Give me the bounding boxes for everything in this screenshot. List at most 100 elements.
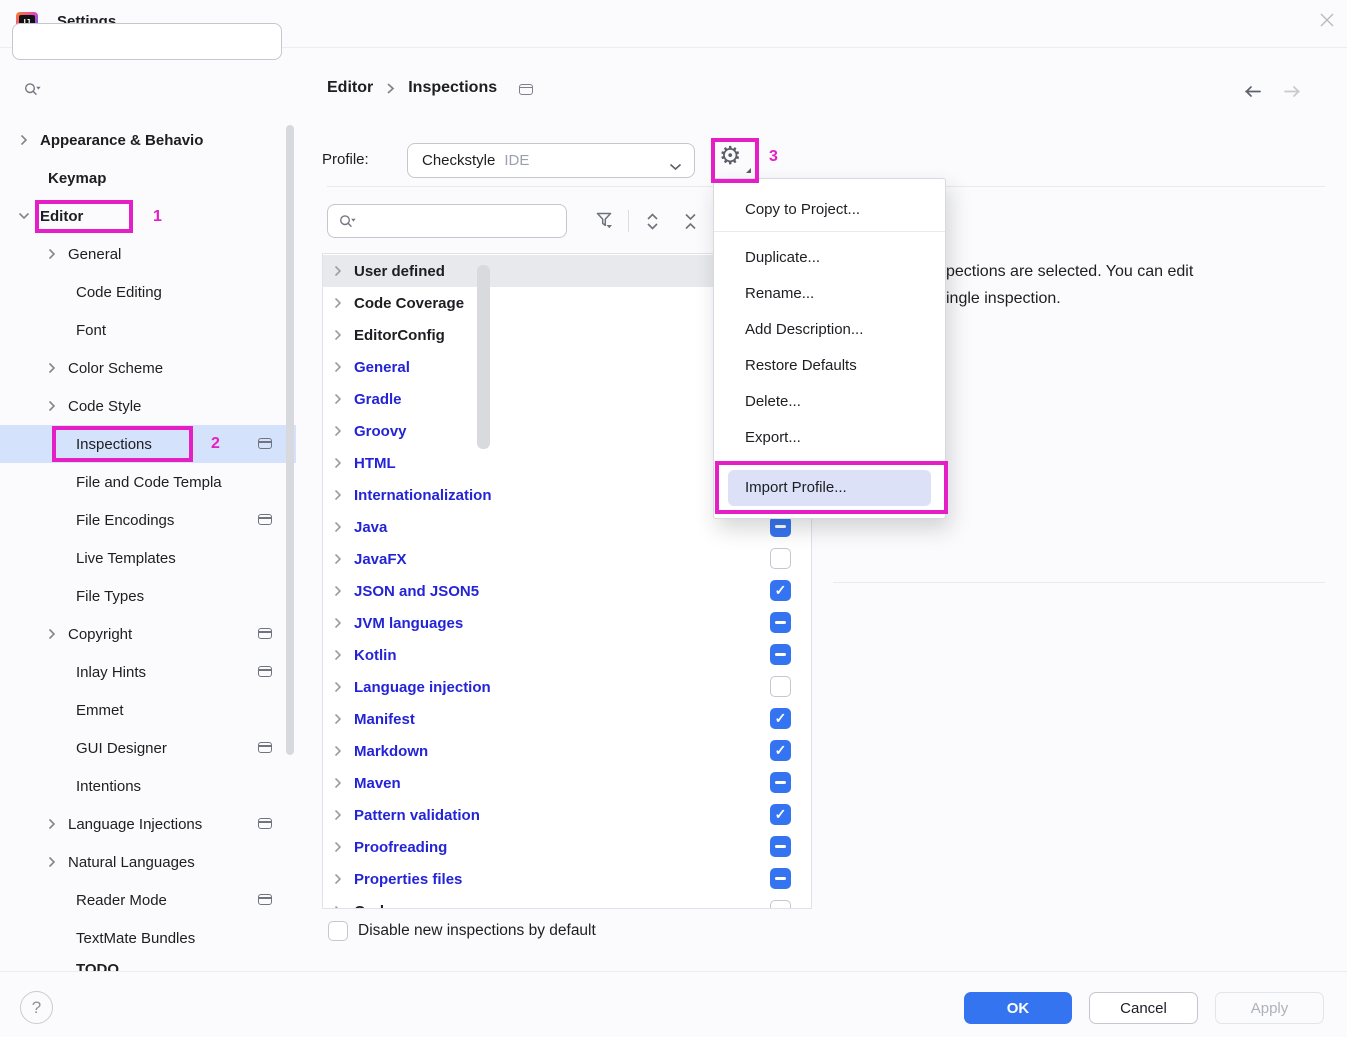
sidebar-item-code-editing[interactable]: Code Editing — [0, 273, 296, 311]
sidebar-item-file-and-code-templates[interactable]: File and Code Templa — [0, 463, 296, 501]
expand-all-icon[interactable] — [643, 211, 662, 237]
checkbox[interactable] — [770, 612, 791, 633]
menu-item-export[interactable]: Export... — [714, 420, 945, 456]
chevron-right-icon[interactable] — [334, 329, 342, 341]
chevron-right-icon[interactable] — [334, 809, 342, 821]
checkbox[interactable] — [770, 836, 791, 857]
sidebar-item-live-templates[interactable]: Live Templates — [0, 539, 296, 577]
inspections-search-input[interactable] — [327, 204, 567, 238]
checkbox[interactable] — [770, 900, 791, 909]
checkbox[interactable] — [770, 644, 791, 665]
inspections-scrollbar[interactable] — [477, 265, 490, 449]
ok-button[interactable]: OK — [964, 992, 1072, 1024]
chevron-right-icon[interactable] — [334, 425, 342, 437]
apply-button[interactable]: Apply — [1215, 992, 1324, 1024]
checkbox[interactable] — [770, 516, 791, 537]
checkbox[interactable] — [770, 548, 791, 569]
sidebar-item-todo[interactable]: TODO — [0, 950, 296, 972]
menu-item-import-profile[interactable]: Import Profile... — [728, 470, 931, 506]
chevron-right-icon[interactable] — [334, 361, 342, 373]
chevron-right-icon[interactable] — [334, 393, 342, 405]
chevron-right-icon[interactable] — [334, 841, 342, 853]
sidebar-item-general[interactable]: General — [0, 235, 296, 273]
inspection-group-proofreading[interactable]: Proofreading — [323, 831, 811, 863]
chevron-right-icon[interactable] — [334, 649, 342, 661]
back-arrow-icon[interactable] — [1243, 84, 1262, 104]
sidebar-item-code-style[interactable]: Code Style — [0, 387, 296, 425]
sidebar-item-appearance-behavior[interactable]: Appearance & Behavio — [0, 121, 296, 159]
menu-item-rename[interactable]: Rename... — [714, 276, 945, 312]
breadcrumb-editor[interactable]: Editor — [327, 79, 373, 97]
checkbox[interactable] — [770, 804, 791, 825]
inspection-group-json-and-json5[interactable]: JSON and JSON5 — [323, 575, 811, 607]
sidebar-item-copyright[interactable]: Copyright — [0, 615, 296, 653]
chevron-right-icon[interactable] — [334, 297, 342, 309]
checkbox[interactable] — [770, 676, 791, 697]
menu-item-add-description[interactable]: Add Description... — [714, 312, 945, 348]
breadcrumb-inspections[interactable]: Inspections — [408, 79, 497, 97]
toolbar-divider — [628, 210, 629, 232]
sidebar-item-color-scheme[interactable]: Color Scheme — [0, 349, 296, 387]
chevron-right-icon[interactable] — [334, 457, 342, 469]
chevron-right-icon[interactable] — [334, 489, 342, 501]
menu-item-duplicate[interactable]: Duplicate... — [714, 240, 945, 276]
inspection-group-jvm-languages[interactable]: JVM languages — [323, 607, 811, 639]
profile-dropdown[interactable]: Checkstyle IDE — [407, 143, 695, 178]
forward-arrow-icon[interactable] — [1283, 84, 1302, 104]
chevron-right-icon[interactable] — [334, 905, 342, 909]
inspection-group-markdown[interactable]: Markdown — [323, 735, 811, 767]
chevron-right-icon[interactable] — [334, 713, 342, 725]
sidebar-item-gui-designer[interactable]: GUI Designer — [0, 729, 296, 767]
close-icon[interactable] — [1320, 13, 1340, 33]
sidebar-item-language-injections[interactable]: Language Injections — [0, 805, 296, 843]
sidebar-item-file-types[interactable]: File Types — [0, 577, 296, 615]
window-icon — [258, 514, 272, 525]
sidebar-item-file-encodings[interactable]: File Encodings — [0, 501, 296, 539]
sidebar-item-inlay-hints[interactable]: Inlay Hints — [0, 653, 296, 691]
inspection-group-kotlin[interactable]: Kotlin — [323, 639, 811, 671]
chevron-right-icon[interactable] — [334, 873, 342, 885]
cancel-button[interactable]: Cancel — [1089, 992, 1198, 1024]
sidebar-item-editor[interactable]: Editor — [0, 197, 296, 235]
menu-item-copy-to-project[interactable]: Copy to Project... — [714, 192, 945, 228]
checkbox[interactable] — [770, 580, 791, 601]
sidebar-item-font[interactable]: Font — [0, 311, 296, 349]
chevron-right-icon[interactable] — [334, 617, 342, 629]
collapse-all-icon[interactable] — [681, 211, 700, 237]
sidebar-scrollbar[interactable] — [286, 125, 294, 755]
sidebar-item-inspections[interactable]: Inspections — [0, 425, 296, 463]
menu-item-delete[interactable]: Delete... — [714, 384, 945, 420]
chevron-right-icon[interactable] — [334, 553, 342, 565]
chevron-right-icon[interactable] — [334, 585, 342, 597]
chevron-right-icon[interactable] — [334, 521, 342, 533]
checkbox[interactable] — [770, 708, 791, 729]
menu-item-restore-defaults[interactable]: Restore Defaults — [714, 348, 945, 384]
checkbox[interactable] — [770, 772, 791, 793]
inspection-group-pattern-validation[interactable]: Pattern validation — [323, 799, 811, 831]
corner-caret-icon — [746, 168, 751, 173]
window-icon — [258, 666, 272, 677]
settings-dialog: IJ Settings Appearance & Behavio Keymap … — [0, 0, 1347, 1037]
inspection-group-maven[interactable]: Maven — [323, 767, 811, 799]
inspection-group-manifest[interactable]: Manifest — [323, 703, 811, 735]
disable-new-inspections-checkbox[interactable] — [328, 921, 348, 941]
profile-actions-gear-button[interactable]: ⚙ — [719, 141, 751, 175]
checkbox[interactable] — [770, 868, 791, 889]
chevron-right-icon[interactable] — [334, 777, 342, 789]
sidebar-item-emmet[interactable]: Emmet — [0, 691, 296, 729]
annotation-number-1: 1 — [153, 208, 162, 226]
help-button[interactable]: ? — [20, 991, 53, 1024]
chevron-right-icon[interactable] — [334, 681, 342, 693]
sidebar-item-intentions[interactable]: Intentions — [0, 767, 296, 805]
inspection-group-qodana[interactable]: Qodana — [323, 895, 811, 909]
checkbox[interactable] — [770, 740, 791, 761]
inspection-group-language-injection[interactable]: Language injection — [323, 671, 811, 703]
chevron-right-icon[interactable] — [334, 265, 342, 277]
inspection-group-properties-files[interactable]: Properties files — [323, 863, 811, 895]
filter-icon[interactable] — [594, 209, 616, 238]
sidebar-item-keymap[interactable]: Keymap — [0, 159, 296, 197]
inspection-group-javafx[interactable]: JavaFX — [323, 543, 811, 575]
chevron-right-icon[interactable] — [334, 745, 342, 757]
sidebar-item-reader-mode[interactable]: Reader Mode — [0, 881, 296, 919]
sidebar-item-natural-languages[interactable]: Natural Languages — [0, 843, 296, 881]
